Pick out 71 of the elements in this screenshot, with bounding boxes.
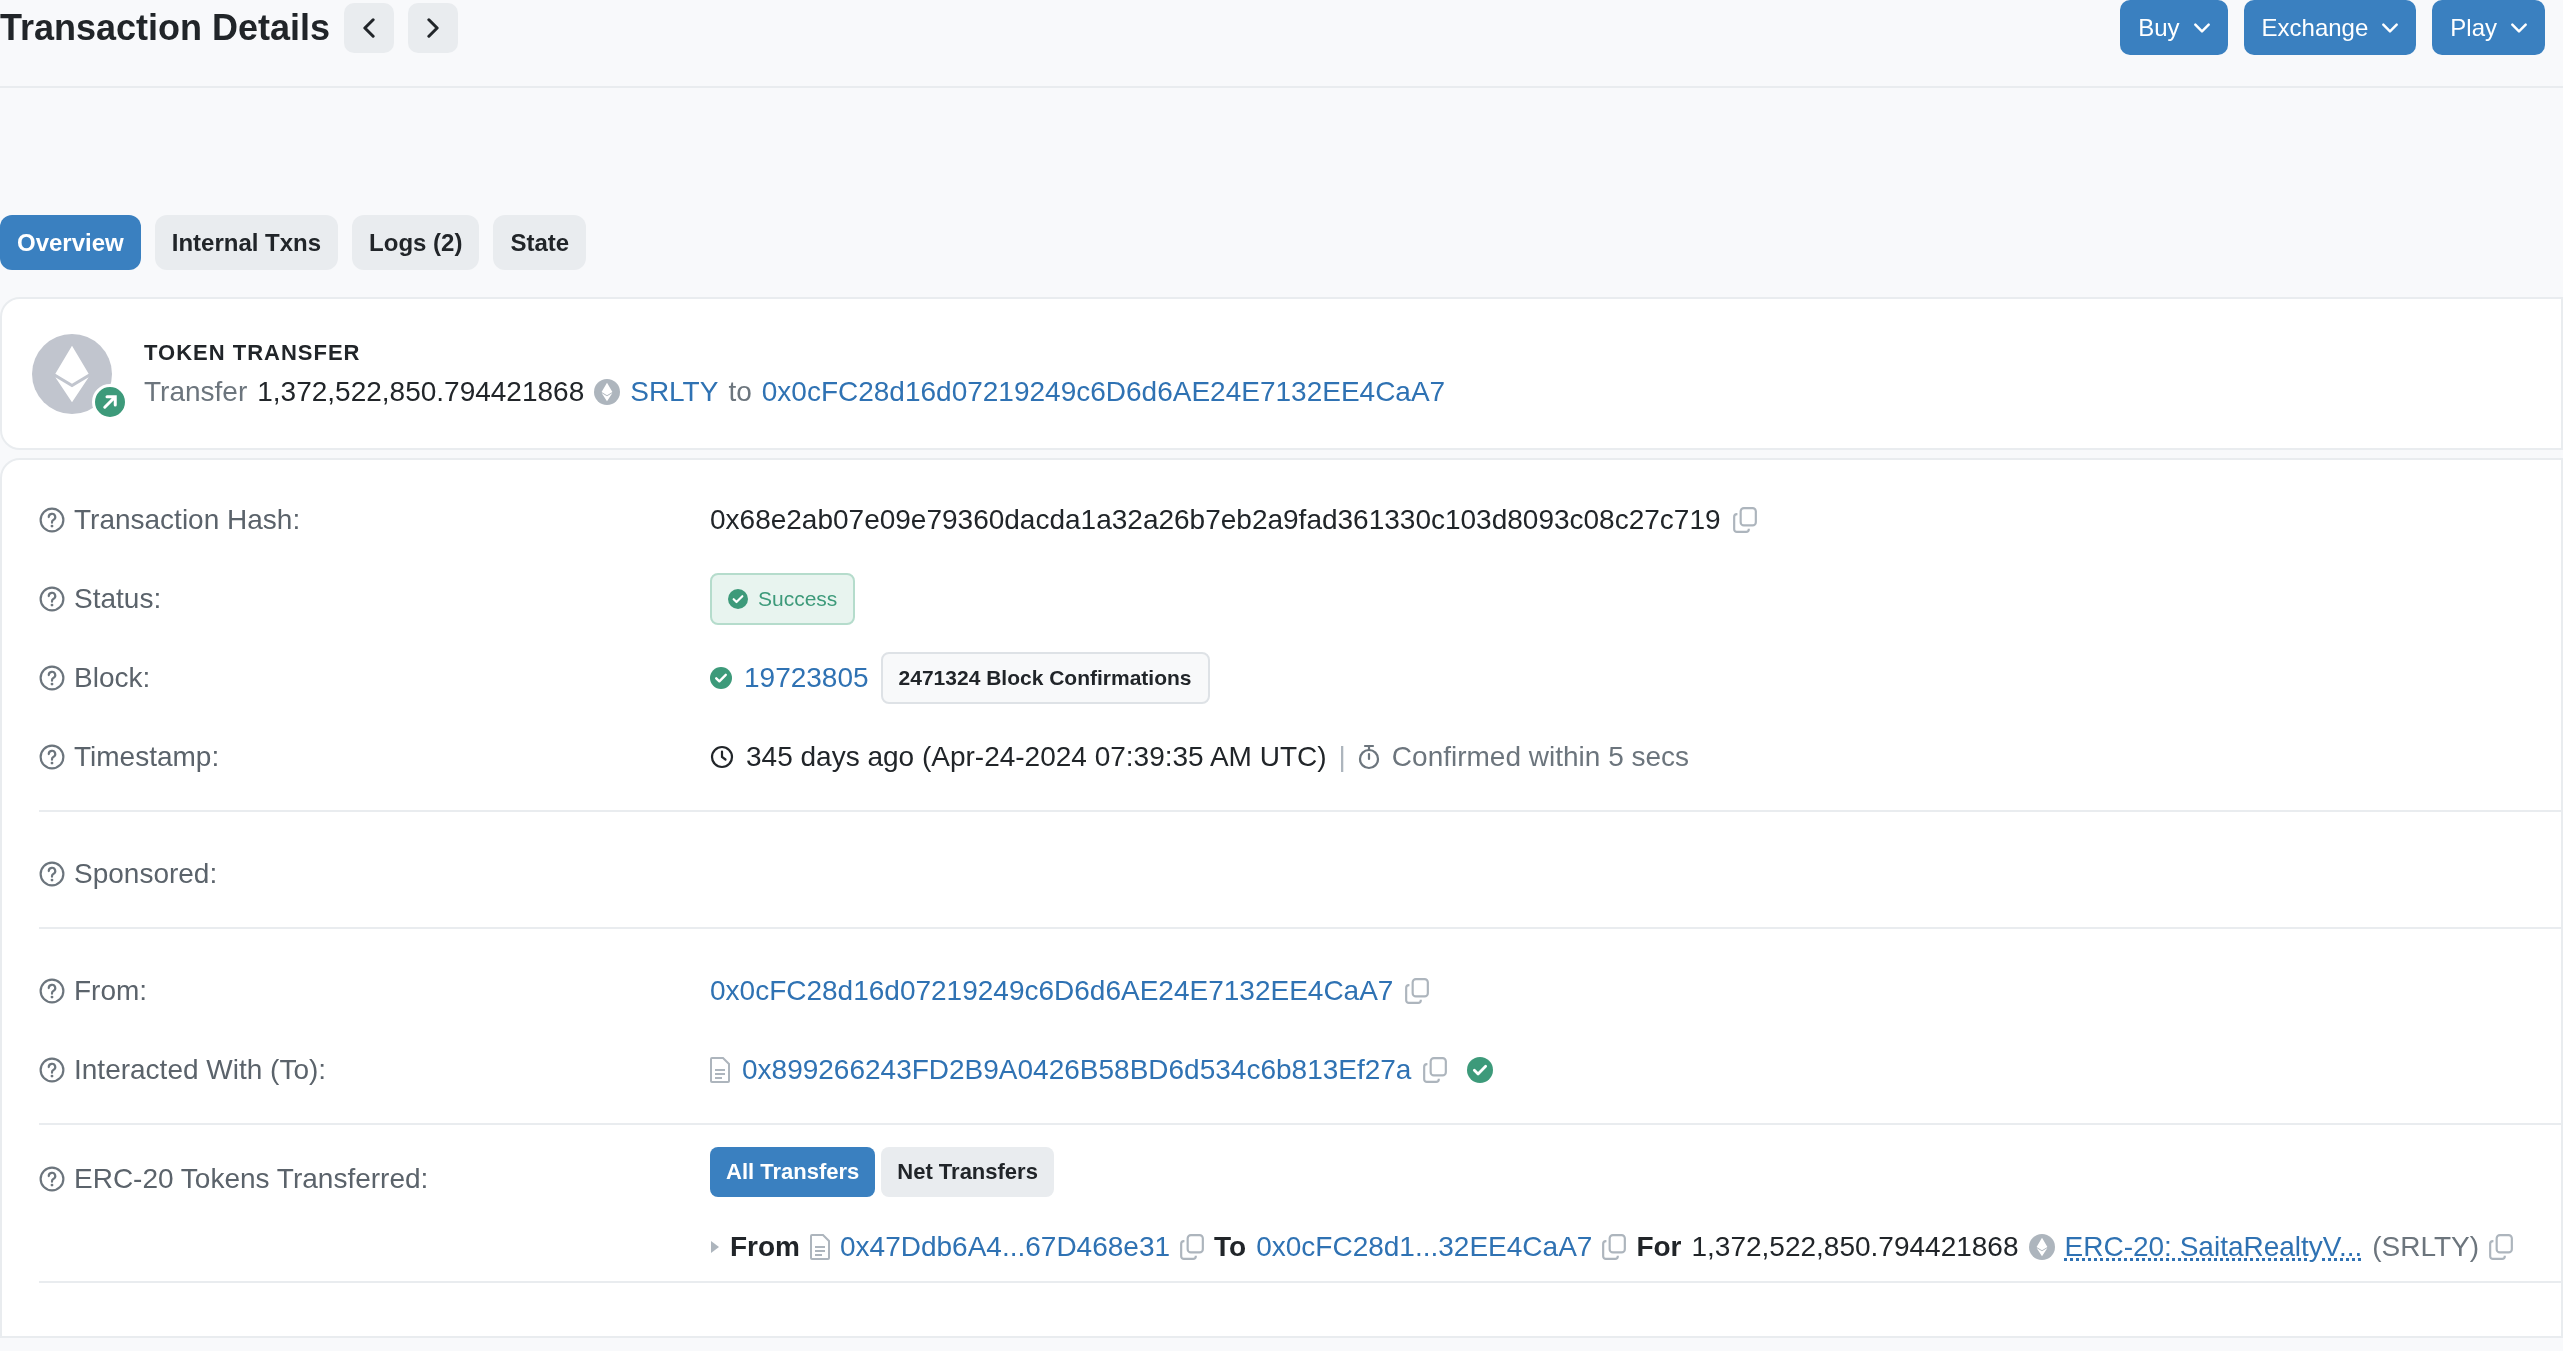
tab[interactable]: State bbox=[493, 215, 587, 270]
timestamp-text: 345 days ago (Apr-24-2024 07:39:35 AM UTC) bbox=[746, 740, 1327, 773]
separator: | bbox=[1338, 740, 1346, 773]
help-icon bbox=[39, 585, 65, 612]
page-title: Transaction Details bbox=[0, 6, 331, 50]
caret-right-icon bbox=[710, 1240, 720, 1254]
chevron-down-icon bbox=[2382, 22, 2399, 33]
check-circle-icon bbox=[728, 588, 748, 609]
tab[interactable]: Internal Txns bbox=[154, 215, 339, 270]
ethereum-icon bbox=[2028, 1234, 2055, 1260]
field-label: Timestamp: bbox=[74, 740, 220, 773]
field-label: Status: bbox=[74, 582, 162, 615]
token-symbol: (SRLTY) bbox=[2372, 1231, 2480, 1263]
arrow-up-right-icon bbox=[92, 383, 128, 420]
token-link[interactable]: ERC-20: SaitaRealtyV... bbox=[2064, 1231, 2363, 1263]
transfer-label: Transfer bbox=[144, 375, 248, 408]
token-amount: 1,372,522,850.794421868 bbox=[257, 375, 585, 408]
ethereum-icon bbox=[594, 378, 621, 405]
previous-button[interactable] bbox=[344, 2, 395, 53]
filter-tab[interactable]: Net Transfers bbox=[881, 1147, 1054, 1197]
check-circle-icon bbox=[710, 666, 732, 689]
from-label: From bbox=[730, 1231, 800, 1263]
menu-dropdown-button[interactable]: Exchange bbox=[2243, 0, 2417, 55]
chevron-right-icon bbox=[427, 17, 440, 38]
copy-icon bbox=[1405, 977, 1430, 1004]
stopwatch-icon bbox=[1357, 743, 1380, 770]
to-label: To bbox=[1214, 1231, 1247, 1263]
address-link[interactable]: 0x899266243FD2B9A0426B58BD6d534c6b813Ef27a bbox=[742, 1053, 1412, 1086]
help-icon bbox=[39, 664, 65, 691]
transaction-hash: 0x68e2ab07e09e79360dacda1a32a26b7eb2a9fad361330c103d8093c08c27c719 bbox=[710, 503, 1721, 536]
confirmation-time: Confirmed within 5 secs bbox=[1391, 740, 1690, 773]
copy-icon bbox=[1732, 506, 1757, 533]
for-label: For bbox=[1636, 1231, 1682, 1263]
next-button[interactable] bbox=[408, 2, 459, 53]
field-label: Interacted With (To): bbox=[74, 1053, 327, 1086]
field-label: Transaction Hash: bbox=[74, 503, 301, 536]
address-link[interactable]: 0x0cFC28d16d07219249c6D6d6AE24E7132EE4CaA7 bbox=[710, 974, 1394, 1007]
copy-icon bbox=[1423, 1056, 1448, 1083]
status-badge: Success bbox=[710, 572, 856, 625]
token-amount: 1,372,522,850.794421868 bbox=[1691, 1231, 2019, 1263]
help-icon bbox=[39, 860, 65, 887]
help-icon bbox=[39, 1056, 65, 1083]
copy-icon bbox=[2489, 1234, 2514, 1260]
copy-icon bbox=[1180, 1234, 1205, 1260]
address-link[interactable]: 0x47Ddb6A4...67D468e31 bbox=[840, 1231, 1171, 1263]
field-label: ERC-20 Tokens Transferred: bbox=[74, 1163, 429, 1195]
menu-dropdown-button[interactable]: Play bbox=[2432, 0, 2545, 55]
chevron-down-icon bbox=[2193, 22, 2210, 33]
help-icon bbox=[39, 743, 65, 770]
filter-tab[interactable]: All Transfers bbox=[710, 1147, 876, 1197]
document-icon bbox=[810, 1234, 830, 1260]
copy-icon bbox=[1602, 1234, 1627, 1260]
to-label: to bbox=[728, 375, 752, 408]
confirmations-badge: 2471324 Block Confirmations bbox=[880, 651, 1210, 704]
block-link[interactable]: 19723805 bbox=[744, 661, 869, 694]
menu-dropdown-button[interactable]: Buy bbox=[2120, 0, 2228, 55]
field-label: Block: bbox=[74, 661, 151, 694]
clock-icon bbox=[710, 744, 734, 769]
help-icon bbox=[39, 1166, 65, 1192]
address-link[interactable]: 0x0cFC28d1...32EE4CaA7 bbox=[1256, 1231, 1593, 1263]
section-heading: TOKEN TRANSFER bbox=[144, 339, 362, 366]
chevron-left-icon bbox=[363, 17, 376, 38]
tab[interactable]: Overview bbox=[0, 215, 141, 270]
help-icon bbox=[39, 506, 65, 533]
chevron-down-icon bbox=[2511, 22, 2527, 33]
field-label: Sponsored: bbox=[74, 857, 218, 890]
token-link[interactable]: SRLTY bbox=[630, 375, 719, 408]
address-link[interactable]: 0x0cFC28d16d07219249c6D6d6AE24E7132EE4CaA7 bbox=[761, 375, 1446, 408]
tab[interactable]: Logs (2) bbox=[352, 215, 480, 270]
field-label: From: bbox=[74, 974, 148, 1007]
help-icon bbox=[39, 977, 65, 1004]
